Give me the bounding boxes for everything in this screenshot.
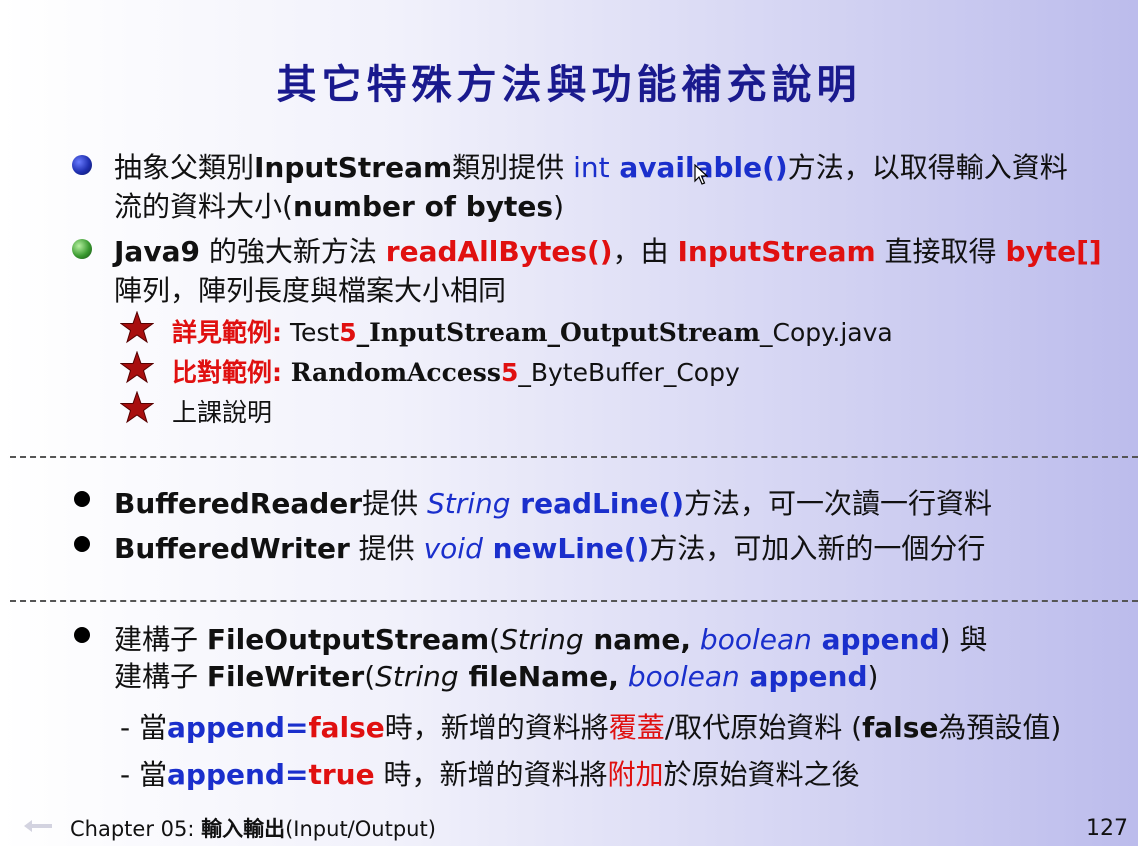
- text: 時，新增的資料將: [384, 711, 609, 744]
- param-name: append: [739, 660, 868, 693]
- type-keyword: void: [423, 532, 483, 565]
- text: 方法，以取得輸入資料: [787, 151, 1068, 184]
- text: ) 與: [939, 623, 988, 656]
- bullet-icon: [74, 491, 90, 507]
- number: 5: [500, 358, 519, 387]
- text: 方法，可一次讀一行資料: [684, 487, 993, 520]
- page-number: 127: [1086, 816, 1128, 841]
- highlight-text: 覆蓋: [608, 711, 665, 744]
- text: - 當: [120, 758, 168, 791]
- type-keyword: boolean: [691, 623, 812, 656]
- class-name: InputStream: [254, 151, 453, 184]
- value-false: false: [308, 711, 385, 744]
- text: ): [867, 660, 879, 693]
- append-false-line: - 當append=false時，新增的資料將覆蓋/取代原始資料 (false為…: [120, 706, 1061, 746]
- param-name: append=: [167, 711, 309, 744]
- constructor-line2: 建構子 FileWriter(String fileName, boolean …: [114, 655, 878, 695]
- sub-label: 比對範例:: [172, 358, 282, 387]
- text: 於原始資料之後: [663, 758, 860, 791]
- number: 5: [339, 318, 357, 347]
- text: 方法，可加入新的一個分行: [649, 532, 986, 565]
- text: 類別提供: [452, 151, 574, 184]
- text: 的強大新方法: [199, 235, 386, 268]
- class-name: FileWriter: [206, 660, 365, 693]
- bold-text: Java9: [114, 235, 200, 268]
- text: (: [489, 623, 501, 656]
- star-icon: [120, 391, 154, 424]
- sub-item-compare: 比對範例: RandomAccess5_ByteBuffer_Copy: [172, 353, 740, 389]
- text: 直接取得: [875, 235, 1006, 268]
- buffered-reader-line: BufferedReader提供 String readLine()方法，可一次…: [114, 482, 992, 522]
- class-name: FileOutputStream: [206, 623, 490, 656]
- text: 提供: [362, 487, 427, 520]
- class-name: InputStream: [677, 235, 876, 268]
- text: ): [553, 190, 565, 223]
- sub-item-example: 詳見範例: Test5_InputStream_OutputStream_Cop…: [172, 313, 893, 349]
- bold-text: RandomAccess: [282, 358, 501, 387]
- footer-chapter: Chapter 05: 輸入輸出(Input/Output): [70, 813, 436, 843]
- type-keyword: String: [500, 623, 584, 656]
- bullet2-line1: Java9 的強大新方法 readAllBytes()，由 InputStrea…: [114, 230, 1102, 270]
- dashed-divider: [10, 456, 1138, 458]
- chapter-name: 輸入輸出: [201, 817, 286, 841]
- bullet-green-icon: [72, 239, 92, 259]
- bullet1-line2: 流的資料大小(number of bytes): [114, 185, 564, 225]
- buffered-writer-line: BufferedWriter 提供 void newLine()方法，可加入新的…: [114, 527, 985, 567]
- param-name: name,: [583, 623, 692, 656]
- star-icon: [120, 311, 154, 344]
- mouse-cursor-icon: [694, 164, 708, 185]
- slide-title: 其它特殊方法與功能補充說明: [276, 61, 862, 108]
- bullet1-line1: 抽象父類別InputStream類別提供 int available()方法，以…: [114, 146, 1068, 186]
- class-name: BufferedReader: [114, 487, 363, 520]
- highlight-text: 附加: [607, 758, 664, 791]
- text: 抽象父類別: [114, 151, 255, 184]
- bold-text: number of bytes: [292, 190, 554, 223]
- method-name: readLine(): [510, 487, 684, 520]
- text: 建構子: [114, 623, 207, 656]
- type-name: byte[]: [1005, 235, 1102, 268]
- text: _Copy.java: [760, 318, 893, 347]
- text: 為預設值): [938, 711, 1062, 744]
- text: 建構子: [114, 660, 207, 693]
- bullet-icon: [74, 536, 90, 552]
- chapter-number: Chapter 05:: [70, 817, 202, 841]
- bullet2-line2: 陣列，陣列長度與檔案大小相同: [114, 274, 507, 307]
- type-keyword: String: [426, 487, 511, 520]
- class-name: BufferedWriter: [114, 532, 350, 565]
- text: (: [364, 660, 376, 693]
- bullet-blue-icon: [72, 155, 92, 175]
- value-true: true: [308, 758, 375, 791]
- dashed-divider: [10, 600, 1138, 602]
- type-keyword: boolean: [618, 660, 740, 693]
- text: Test: [282, 318, 340, 347]
- type-keyword: String: [375, 660, 459, 693]
- param-name: fileName,: [458, 660, 619, 693]
- text: - 當: [120, 711, 168, 744]
- bold-text: _InputStream_OutputStream: [356, 318, 761, 347]
- slide-nav-arrow-icon[interactable]: [22, 818, 62, 834]
- bold-text: false: [862, 711, 939, 744]
- star-icon: [120, 351, 154, 384]
- sub-label: 詳見範例:: [172, 318, 282, 347]
- text: ，由: [612, 235, 678, 268]
- constructor-line1: 建構子 FileOutputStream(String name, boolea…: [114, 618, 987, 658]
- text: 流的資料大小(: [114, 190, 293, 223]
- bullet-icon: [74, 627, 90, 643]
- slide: 其它特殊方法與功能補充說明 抽象父類別InputStream類別提供 int a…: [0, 0, 1138, 846]
- text: /取代原始資料 (: [664, 711, 863, 744]
- method-name: readAllBytes(): [385, 235, 613, 268]
- text: _ByteBuffer_Copy: [518, 358, 740, 387]
- sub-item-lecture: 上課說明: [172, 398, 273, 427]
- type-keyword: int: [573, 151, 610, 184]
- text: 時，新增的資料將: [374, 758, 608, 791]
- param-name: append: [811, 623, 940, 656]
- param-name: append=: [167, 758, 309, 791]
- method-name: newLine(): [482, 532, 650, 565]
- append-true-line: - 當append=true 時，新增的資料將附加於原始資料之後: [120, 753, 860, 793]
- chapter-subtitle: (Input/Output): [285, 817, 436, 841]
- text: 提供: [349, 532, 424, 565]
